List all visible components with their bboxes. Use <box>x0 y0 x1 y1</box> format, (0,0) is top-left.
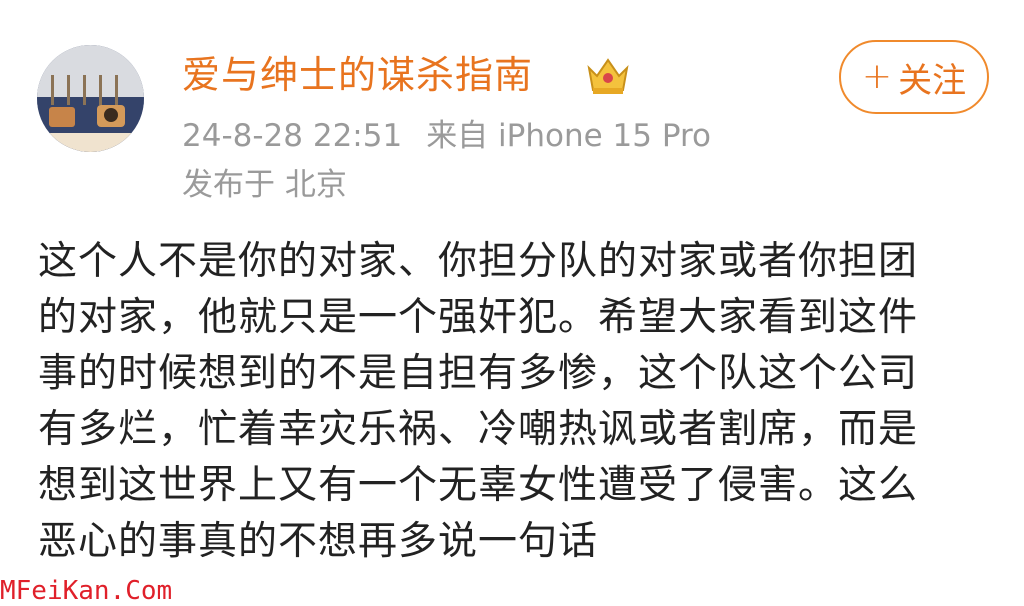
content-line: 恶心的事真的不想再多说一句话 <box>38 519 599 564</box>
post-source: 来自 iPhone 15 Pro <box>426 118 712 154</box>
post-location: 发布于 北京 <box>182 167 347 203</box>
watermark: MFeiKan.Com <box>0 576 173 606</box>
weibo-post: 爱与绅士的谋杀指南 + 关注 24-8-28 22:51 来自 iPhone 15… <box>0 0 1024 606</box>
post-datetime: 24-8-28 22:51 <box>182 118 403 154</box>
plus-icon: + <box>861 56 893 97</box>
follow-label: 关注 <box>898 60 967 101</box>
author-name[interactable]: 爱与绅士的谋杀指南 <box>182 50 533 100</box>
content-line: 事的时候想到的不是自担有多惨，这个队这个公司 <box>38 351 919 396</box>
follow-button[interactable]: + 关注 <box>839 40 989 114</box>
avatar[interactable] <box>37 45 144 152</box>
content-line: 有多烂，忙着幸灾乐祸、冷嘲热讽或者割席，而是 <box>38 407 919 452</box>
content-line: 这个人不是你的对家、你担分队的对家或者你担团 <box>38 239 919 284</box>
content-line: 的对家，他就只是一个强奸犯。希望大家看到这件 <box>38 295 919 340</box>
content-line: 想到这世界上又有一个无辜女性遭受了侵害。这么 <box>38 463 919 508</box>
crown-badge-icon <box>587 58 629 94</box>
post-content: 这个人不是你的对家、你担分队的对家或者你担团 的对家，他就只是一个强奸犯。希望大… <box>38 234 988 570</box>
avatar-illustration <box>37 45 144 152</box>
post-meta: 24-8-28 22:51 来自 iPhone 15 Pro <box>182 115 711 157</box>
